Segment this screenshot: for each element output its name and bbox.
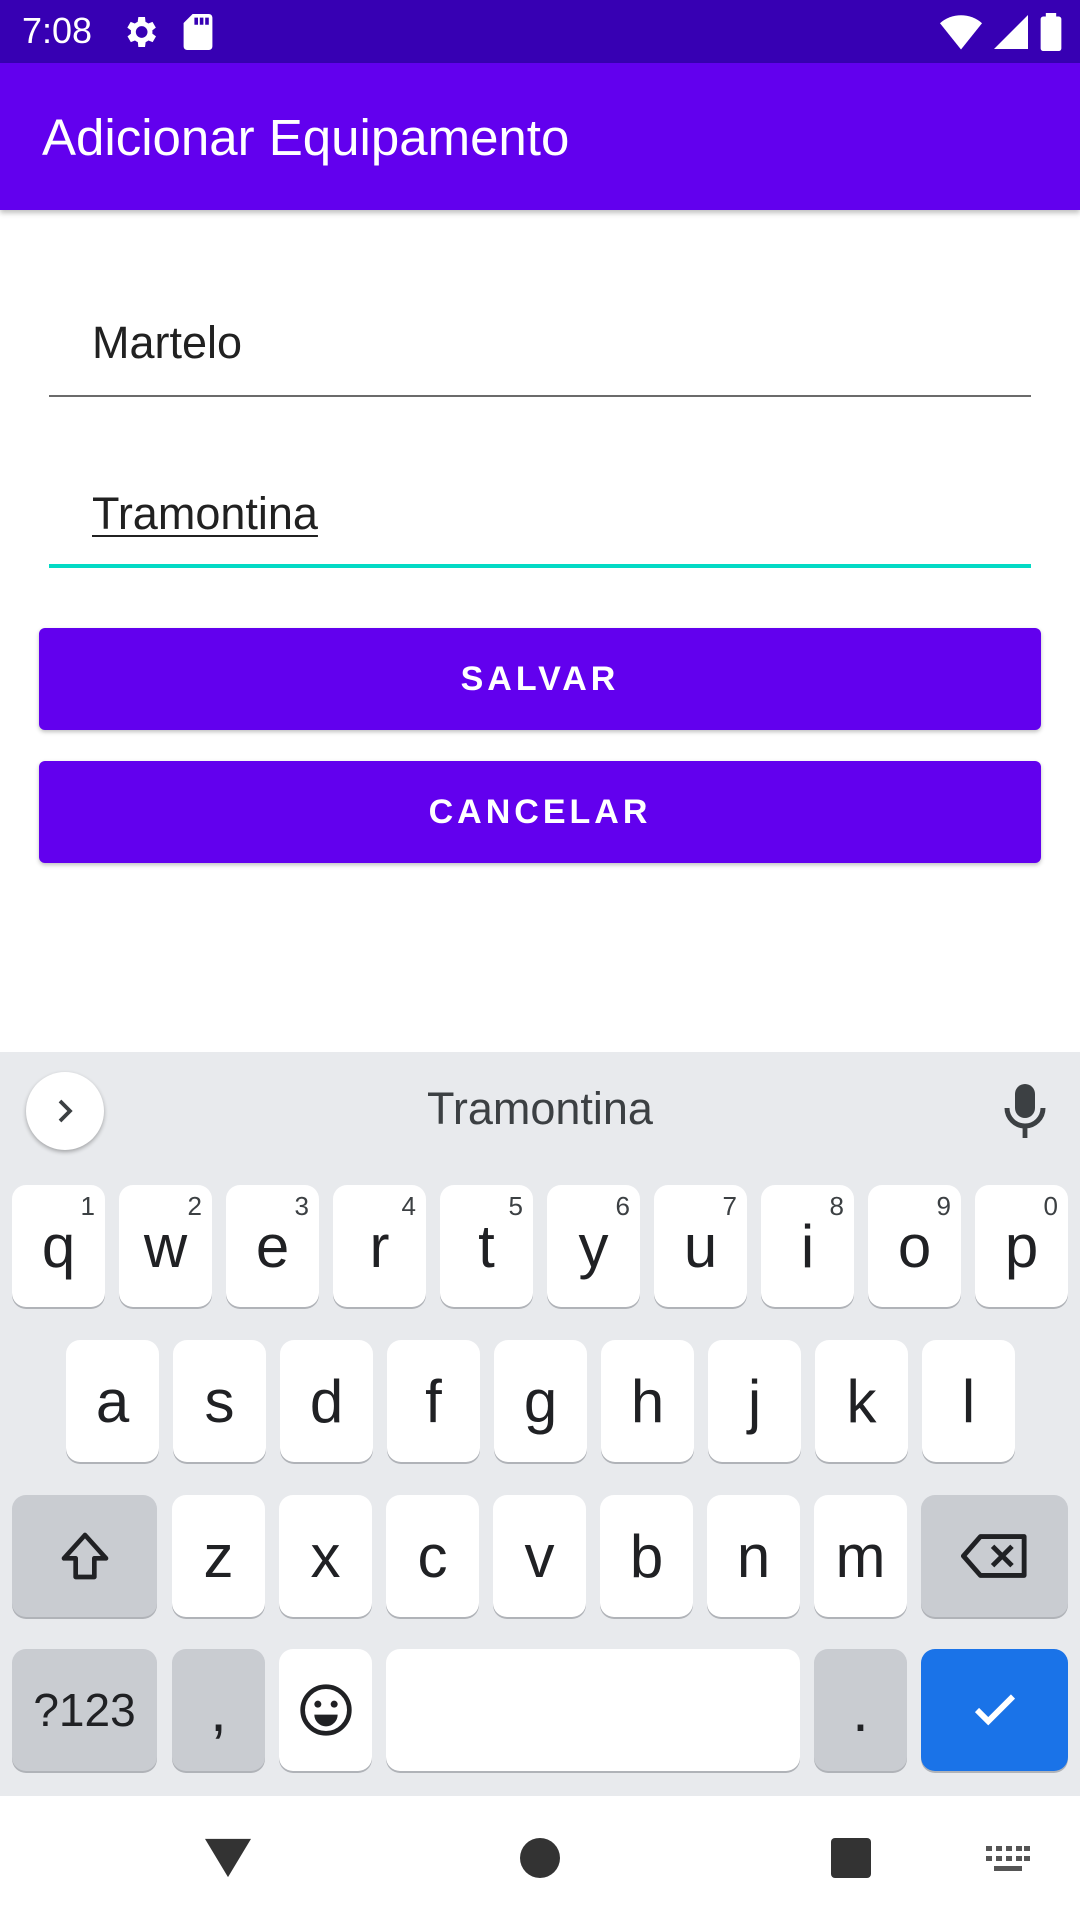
key-n[interactable]: n bbox=[707, 1495, 800, 1617]
field-underline bbox=[49, 395, 1031, 397]
cell-signal-icon bbox=[994, 15, 1028, 49]
home-circle-icon[interactable] bbox=[520, 1838, 560, 1878]
comma-key[interactable]: , bbox=[172, 1649, 265, 1771]
status-bar: 7:08 bbox=[0, 0, 1080, 63]
keyboard-switch-icon[interactable] bbox=[986, 1846, 1030, 1876]
key-letter: t bbox=[478, 1212, 495, 1280]
key-f[interactable]: f bbox=[387, 1340, 480, 1462]
back-triangle-icon[interactable] bbox=[205, 1838, 251, 1878]
page-title: Adicionar Equipamento bbox=[42, 109, 570, 166]
suggestion-word[interactable]: Tramontina bbox=[0, 1084, 1080, 1134]
key-letter: y bbox=[578, 1212, 609, 1280]
navigation-bar bbox=[0, 1796, 1080, 1920]
key-r[interactable]: r4 bbox=[333, 1185, 426, 1307]
key-q[interactable]: q1 bbox=[12, 1185, 105, 1307]
key-g[interactable]: g bbox=[494, 1340, 587, 1462]
key-z[interactable]: z bbox=[172, 1495, 265, 1617]
key-number-hint: 8 bbox=[829, 1191, 844, 1221]
key-p[interactable]: p0 bbox=[975, 1185, 1068, 1307]
key-v[interactable]: v bbox=[493, 1495, 586, 1617]
space-key[interactable] bbox=[386, 1649, 800, 1771]
period-key[interactable]: . bbox=[814, 1649, 907, 1771]
key-number-hint: 1 bbox=[80, 1191, 95, 1221]
key-y[interactable]: y6 bbox=[547, 1185, 640, 1307]
key-letter: i bbox=[800, 1212, 815, 1280]
microphone-icon[interactable] bbox=[1000, 1082, 1050, 1142]
sd-card-icon bbox=[183, 14, 213, 50]
shift-icon bbox=[61, 1532, 108, 1580]
equipment-name-value: Martelo bbox=[92, 317, 243, 368]
key-t[interactable]: t5 bbox=[440, 1185, 533, 1307]
recents-square-icon[interactable] bbox=[831, 1838, 871, 1878]
key-b[interactable]: b bbox=[600, 1495, 693, 1617]
status-icons bbox=[940, 12, 1062, 52]
key-o[interactable]: o9 bbox=[868, 1185, 961, 1307]
soft-keyboard: Tramontina q1w2e3r4t5y6u7i8o9p0 asdfghjk… bbox=[0, 1052, 1080, 1796]
key-m[interactable]: m bbox=[814, 1495, 907, 1617]
key-w[interactable]: w2 bbox=[119, 1185, 212, 1307]
key-number-hint: 7 bbox=[722, 1191, 737, 1221]
key-number-hint: 9 bbox=[936, 1191, 951, 1221]
equipment-name-field[interactable]: Martelo bbox=[49, 277, 1031, 397]
key-a[interactable]: a bbox=[66, 1340, 159, 1462]
symbols-key[interactable]: ?123 bbox=[12, 1649, 157, 1771]
key-letter: p bbox=[1004, 1212, 1039, 1280]
key-letter: u bbox=[683, 1212, 718, 1280]
key-number-hint: 0 bbox=[1043, 1191, 1058, 1221]
emoji-key[interactable] bbox=[279, 1649, 372, 1771]
key-e[interactable]: e3 bbox=[226, 1185, 319, 1307]
field-underline-focused bbox=[49, 564, 1031, 568]
key-letter: q bbox=[41, 1212, 76, 1280]
backspace-icon bbox=[960, 1534, 1027, 1578]
key-d[interactable]: d bbox=[280, 1340, 373, 1462]
key-number-hint: 4 bbox=[401, 1191, 416, 1221]
equipment-brand-value: Tramontina bbox=[92, 488, 318, 539]
done-key[interactable] bbox=[921, 1649, 1068, 1771]
key-number-hint: 2 bbox=[187, 1191, 202, 1221]
battery-icon bbox=[1040, 13, 1062, 51]
key-letter: o bbox=[897, 1212, 932, 1280]
key-i[interactable]: i8 bbox=[761, 1185, 854, 1307]
key-number-hint: 3 bbox=[294, 1191, 309, 1221]
key-l[interactable]: l bbox=[922, 1340, 1015, 1462]
key-letter: e bbox=[255, 1212, 290, 1280]
key-c[interactable]: c bbox=[386, 1495, 479, 1617]
key-u[interactable]: u7 bbox=[654, 1185, 747, 1307]
status-time: 7:08 bbox=[22, 10, 93, 51]
backspace-key[interactable] bbox=[921, 1495, 1068, 1617]
key-x[interactable]: x bbox=[279, 1495, 372, 1617]
suggestion-bar: Tramontina bbox=[0, 1052, 1080, 1170]
emoji-icon bbox=[299, 1684, 352, 1736]
key-number-hint: 5 bbox=[508, 1191, 523, 1221]
checkmark-icon bbox=[974, 1694, 1015, 1726]
wifi-icon bbox=[940, 15, 982, 50]
cancel-button[interactable]: CANCELAR bbox=[39, 761, 1041, 863]
equipment-brand-field[interactable]: Tramontina bbox=[49, 448, 1031, 568]
key-letter: w bbox=[143, 1212, 188, 1280]
shift-key[interactable] bbox=[12, 1495, 157, 1617]
save-button[interactable]: SALVAR bbox=[39, 628, 1041, 730]
key-k[interactable]: k bbox=[815, 1340, 908, 1462]
key-j[interactable]: j bbox=[708, 1340, 801, 1462]
app-bar: Adicionar Equipamento bbox=[0, 63, 1080, 210]
key-s[interactable]: s bbox=[173, 1340, 266, 1462]
key-number-hint: 6 bbox=[615, 1191, 630, 1221]
key-h[interactable]: h bbox=[601, 1340, 694, 1462]
settings-gear-icon bbox=[127, 17, 156, 47]
key-letter: r bbox=[369, 1212, 390, 1280]
